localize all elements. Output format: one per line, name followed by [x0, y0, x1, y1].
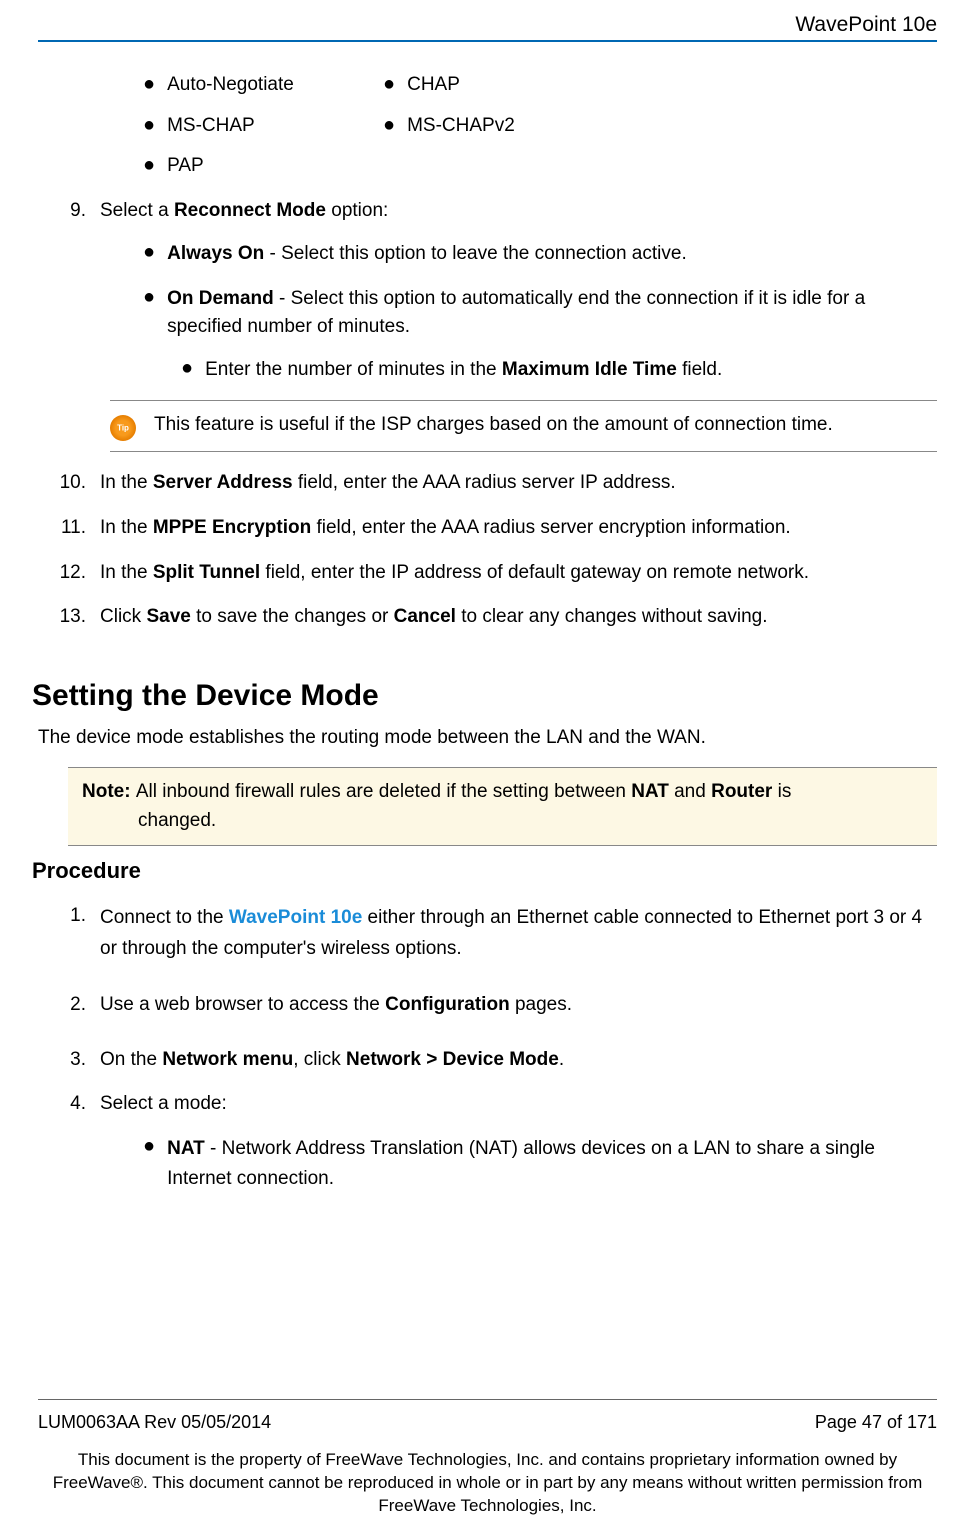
- procedure-step-2: 2.Use a web browser to access the Config…: [38, 992, 937, 1019]
- footer-copyright: This document is the property of FreeWav…: [38, 1449, 937, 1518]
- page-header: WavePoint 10e: [38, 0, 937, 42]
- list-item: ●NAT - Network Address Translation (NAT)…: [143, 1134, 937, 1195]
- auth-option-label: MS-CHAPv2: [407, 113, 515, 140]
- step-11: 11.In the MPPE Encryption field, enter t…: [38, 515, 937, 542]
- step-number: 2.: [38, 992, 100, 1019]
- note-callout: Note: All inbound firewall rules are del…: [68, 767, 937, 846]
- page-footer: LUM0063AA Rev 05/05/2014 Page 47 of 171 …: [38, 1399, 937, 1518]
- auth-option-label: PAP: [167, 153, 204, 180]
- step-9: 9.Select a Reconnect Mode option: ●Alway…: [38, 198, 937, 453]
- list-item: ●MS-CHAP: [143, 113, 383, 140]
- procedure-step-1: 1.Connect to the WavePoint 10e either th…: [38, 903, 937, 964]
- list-item: ●MS-CHAPv2: [383, 113, 623, 140]
- step-number: 13.: [38, 604, 100, 631]
- list-item: ●CHAP: [383, 72, 623, 99]
- step-number: 3.: [38, 1047, 100, 1074]
- wavepoint-link[interactable]: WavePoint 10e: [229, 907, 362, 928]
- step-13: 13.Click Save to save the changes or Can…: [38, 604, 937, 631]
- list-item: ●Enter the number of minutes in the Maxi…: [181, 356, 937, 385]
- step-number: 12.: [38, 560, 100, 587]
- section-intro: The device mode establishes the routing …: [38, 725, 937, 752]
- step-10: 10.In the Server Address field, enter th…: [38, 470, 937, 497]
- auth-options-list: ●Auto-Negotiate ●CHAP ●MS-CHAP ●MS-CHAPv…: [143, 72, 937, 180]
- procedure-step-4: 4.Select a mode: ●NAT - Network Address …: [38, 1091, 937, 1194]
- tip-text: This feature is useful if the ISP charge…: [154, 411, 833, 441]
- procedure-step-3: 3.On the Network menu, click Network > D…: [38, 1047, 937, 1074]
- footer-rev: LUM0063AA Rev 05/05/2014: [38, 1410, 271, 1435]
- step-number: 4.: [38, 1091, 100, 1118]
- list-item: ●PAP: [143, 153, 383, 180]
- step-number: 11.: [38, 515, 100, 542]
- step-number: 9.: [38, 198, 100, 225]
- step-number: 1.: [38, 903, 100, 930]
- auth-option-label: MS-CHAP: [167, 113, 255, 140]
- step-number: 10.: [38, 470, 100, 497]
- step-12: 12.In the Split Tunnel field, enter the …: [38, 560, 937, 587]
- header-title: WavePoint 10e: [795, 10, 937, 39]
- list-item: ●On Demand - Select this option to autom…: [143, 285, 937, 385]
- auth-option-label: CHAP: [407, 72, 460, 99]
- footer-page: Page 47 of 171: [815, 1410, 937, 1435]
- section-heading: Setting the Device Mode: [32, 675, 937, 717]
- auth-option-label: Auto-Negotiate: [167, 72, 294, 99]
- tip-icon: [110, 415, 136, 441]
- tip-callout: This feature is useful if the ISP charge…: [110, 400, 937, 452]
- list-item: ●Always On - Select this option to leave…: [143, 240, 937, 269]
- list-item: ●Auto-Negotiate: [143, 72, 383, 99]
- procedure-heading: Procedure: [32, 856, 937, 887]
